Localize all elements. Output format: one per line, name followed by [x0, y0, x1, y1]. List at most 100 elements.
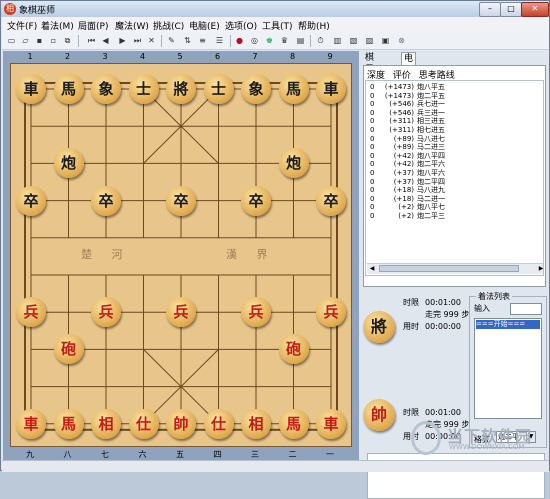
- first-icon[interactable]: ⏮: [86, 35, 97, 46]
- red-soldier-4[interactable]: 兵: [241, 297, 271, 328]
- tab-game-info[interactable]: 棋局信息: [363, 52, 376, 99]
- red-soldier-2[interactable]: 兵: [91, 297, 121, 328]
- ai-black-icon[interactable]: ♛: [279, 35, 290, 46]
- book-icon[interactable]: ▥: [332, 35, 343, 46]
- analysis-row[interactable]: 0 (+89) 马八进七: [370, 135, 445, 143]
- red-chariot-left[interactable]: 車: [16, 408, 46, 439]
- black-chariot-right[interactable]: 車: [316, 74, 346, 104]
- analyze-icon[interactable]: ◎: [249, 35, 260, 46]
- red-soldier-3[interactable]: 兵: [166, 297, 196, 328]
- red-advisor-right[interactable]: 仕: [203, 408, 234, 439]
- black-horse-right[interactable]: 馬: [278, 74, 309, 104]
- list-icon[interactable]: ☰: [214, 35, 225, 46]
- book3-icon[interactable]: ▨: [364, 35, 375, 46]
- red-cannon-right[interactable]: 砲: [278, 334, 309, 365]
- analysis-row[interactable]: 0 (+42) 炮八平四: [370, 152, 445, 160]
- tab-computer-analysis[interactable]: 电脑分析: [401, 52, 417, 100]
- analysis-panel: 深度 评价 思考路线 0 (+2) 炮二平三 0 (+2) 炮八平七 0 (+18) 马二进一 0…: [363, 65, 546, 287]
- copy-icon[interactable]: ⧉: [62, 35, 73, 46]
- xiangqi-board[interactable]: 楚 河 漢 界 車馬象士將士象馬車炮炮卒卒卒卒卒兵兵兵兵兵砲砲車馬相仕帥仕相馬車: [10, 63, 352, 447]
- stop-icon[interactable]: ⊗: [396, 35, 407, 46]
- analysis-row[interactable]: 0 (+42) 炮二平六: [370, 160, 445, 168]
- title-bar[interactable]: 相 象棋巫师 – □ ✕: [1, 1, 549, 17]
- black-soldier-4[interactable]: 卒: [241, 185, 271, 216]
- move-input[interactable]: [510, 303, 542, 315]
- horizontal-scrollbar[interactable]: ◀ ▶: [367, 263, 543, 274]
- black-advisor-right[interactable]: 士: [203, 74, 234, 104]
- black-horse-left[interactable]: 馬: [53, 74, 84, 104]
- red-advisor-left[interactable]: 仕: [128, 408, 159, 439]
- next-icon[interactable]: ▶: [117, 35, 128, 46]
- move-list[interactable]: ===开始===: [474, 318, 542, 419]
- new-icon[interactable]: ▭: [6, 35, 17, 46]
- delete-icon[interactable]: ✕: [146, 35, 157, 46]
- red-general[interactable]: 帥: [166, 408, 196, 439]
- move-list-item[interactable]: ===开始===: [476, 320, 540, 329]
- menu-tools[interactable]: 工具(T): [262, 19, 293, 32]
- analysis-row[interactable]: 0 (+89) 马二进三: [370, 143, 445, 151]
- black-cannon-left[interactable]: 炮: [53, 148, 84, 179]
- black-general[interactable]: 將: [166, 74, 196, 104]
- save-icon[interactable]: ▪: [34, 35, 45, 46]
- close-button[interactable]: ✕: [521, 2, 549, 17]
- clock-icon[interactable]: ⏱: [315, 35, 326, 46]
- menu-file[interactable]: 文件(F): [7, 19, 37, 32]
- palette-icon[interactable]: ●: [234, 35, 245, 46]
- analysis-row[interactable]: 0 (+2) 炮二平三: [370, 212, 445, 220]
- menu-position[interactable]: 局面(P): [78, 19, 108, 32]
- analysis-row[interactable]: 0 (+1473) 炮二平五: [370, 92, 445, 100]
- black-soldier-1[interactable]: 卒: [16, 185, 46, 216]
- red-soldier-1[interactable]: 兵: [16, 297, 46, 328]
- last-icon[interactable]: ⏭: [132, 35, 143, 46]
- menu-help[interactable]: 帮助(H): [298, 19, 330, 32]
- red-elephant-right[interactable]: 相: [241, 408, 271, 439]
- analysis-row[interactable]: 0 (+546) 兵三进一: [370, 109, 445, 117]
- analysis-row[interactable]: 0 (+37) 炮二平四: [370, 178, 445, 186]
- scroll-thumb[interactable]: [379, 265, 519, 272]
- analysis-row[interactable]: 0 (+311) 相三进五: [370, 117, 445, 125]
- maximize-button[interactable]: □: [500, 2, 522, 17]
- red-horse-left[interactable]: 馬: [53, 408, 84, 439]
- menu-moves[interactable]: 着法(M): [41, 19, 74, 32]
- red-elephant-left[interactable]: 相: [91, 408, 121, 439]
- swap-icon[interactable]: ⇅: [182, 35, 193, 46]
- analysis-row[interactable]: 0 (+18) 马八进九: [370, 186, 445, 194]
- red-horse-right[interactable]: 馬: [278, 408, 309, 439]
- minimize-button[interactable]: –: [479, 2, 501, 17]
- analysis-row[interactable]: 0 (+546) 兵七进一: [370, 100, 445, 108]
- analysis-row[interactable]: 0 (+2) 炮八平七: [370, 203, 445, 211]
- black-soldier-5[interactable]: 卒: [316, 185, 346, 216]
- analysis-row[interactable]: 0 (+311) 相七进五: [370, 126, 445, 134]
- black-elephant-right[interactable]: 象: [241, 74, 271, 104]
- saveas-icon[interactable]: ▫: [48, 35, 59, 46]
- red-soldier-5[interactable]: 兵: [316, 297, 346, 328]
- ai-red-icon[interactable]: ♚: [264, 35, 275, 46]
- black-cannon-right[interactable]: 炮: [278, 148, 309, 179]
- menu-challenge[interactable]: 挑战(C): [153, 19, 184, 32]
- scroll-right-icon[interactable]: ▶: [536, 264, 543, 274]
- black-soldier-2[interactable]: 卒: [91, 185, 121, 216]
- book2-icon[interactable]: ▧: [348, 35, 359, 46]
- red-chariot-right[interactable]: 車: [316, 408, 346, 439]
- coord-label: 五: [176, 450, 184, 459]
- menu-magic[interactable]: 魔法(W): [115, 19, 149, 32]
- prev-icon[interactable]: ◀: [100, 35, 111, 46]
- analysis-row[interactable]: 0 (+37) 炮八平六: [370, 169, 445, 177]
- menu-computer[interactable]: 电脑(E): [189, 19, 220, 32]
- analysis-row[interactable]: 0 (+1473) 炮八平五: [370, 83, 445, 91]
- analysis-list[interactable]: 0 (+2) 炮二平三 0 (+2) 炮八平七 0 (+18) 马二进一 0 (+18) 马八进九 0(…: [365, 80, 544, 276]
- black-soldier-3[interactable]: 卒: [166, 185, 196, 216]
- red-cannon-left[interactable]: 砲: [53, 334, 84, 365]
- board-grid: [24, 82, 338, 431]
- scroll-left-icon[interactable]: ◀: [367, 264, 377, 274]
- black-advisor-left[interactable]: 士: [128, 74, 159, 104]
- analysis-row[interactable]: 0 (+18) 马二进一: [370, 195, 445, 203]
- info-icon[interactable]: ▤: [295, 35, 306, 46]
- menu-options[interactable]: 选项(O): [225, 19, 257, 32]
- monitor-icon[interactable]: ▣: [380, 35, 391, 46]
- black-elephant-left[interactable]: 象: [91, 74, 121, 104]
- open-icon[interactable]: ▱: [20, 35, 31, 46]
- record-icon[interactable]: ≡: [197, 35, 208, 46]
- edit-icon[interactable]: ✎: [166, 35, 177, 46]
- black-chariot-left[interactable]: 車: [16, 74, 46, 104]
